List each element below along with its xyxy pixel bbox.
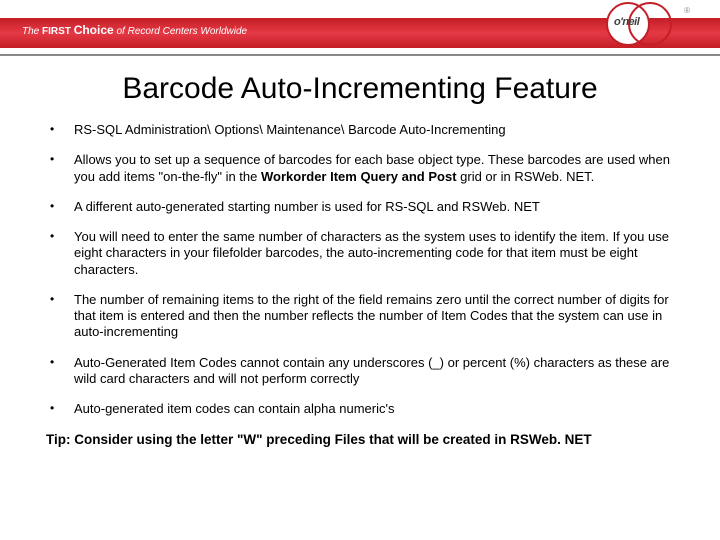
bullet-text: Auto-Generated Item Codes cannot contain… [74, 355, 680, 388]
header-divider [0, 54, 720, 56]
bullet-item: •Auto-generated item codes can contain a… [50, 401, 680, 417]
bullet-item: •The number of remaining items to the ri… [50, 292, 680, 341]
bullet-dot: • [50, 122, 74, 138]
logo: o'neil [606, 2, 678, 48]
bullet-text: Auto-generated item codes can contain al… [74, 401, 680, 417]
slide-content: Barcode Auto-Incrementing Feature •RS-SQ… [0, 58, 720, 449]
bullet-item: •A different auto-generated starting num… [50, 199, 680, 215]
logo-text: o'neil [614, 16, 639, 28]
bullet-item: •Auto-Generated Item Codes cannot contai… [50, 355, 680, 388]
tagline-choice: Choice [74, 23, 114, 37]
bullet-item: •Allows you to set up a sequence of barc… [50, 152, 680, 185]
registered-mark: ® [684, 6, 690, 15]
bullet-text: A different auto-generated starting numb… [74, 199, 680, 215]
bullet-text: Allows you to set up a sequence of barco… [74, 152, 680, 185]
bullet-dot: • [50, 401, 74, 417]
bullet-item: •You will need to enter the same number … [50, 229, 680, 278]
tagline-pre: The [22, 26, 39, 37]
bullet-item: •RS-SQL Administration\ Options\ Mainten… [50, 122, 680, 138]
bullet-text: RS-SQL Administration\ Options\ Maintena… [74, 122, 680, 138]
bullet-dot: • [50, 152, 74, 185]
tagline-post: of Record Centers Worldwide [116, 26, 247, 37]
bullet-dot: • [50, 229, 74, 278]
header-tagline: The FIRST Choice of Record Centers World… [22, 23, 247, 37]
slide-header: The FIRST Choice of Record Centers World… [0, 0, 720, 58]
bullet-dot: • [50, 292, 74, 341]
bullet-list: •RS-SQL Administration\ Options\ Mainten… [40, 122, 680, 417]
bullet-dot: • [50, 355, 74, 388]
bullet-text: You will need to enter the same number o… [74, 229, 680, 278]
bullet-dot: • [50, 199, 74, 215]
tip-text: Tip: Consider using the letter "W" prece… [46, 431, 674, 449]
bullet-text: The number of remaining items to the rig… [74, 292, 680, 341]
tagline-first: FIRST [42, 26, 71, 37]
slide-title: Barcode Auto-Incrementing Feature [40, 72, 680, 106]
